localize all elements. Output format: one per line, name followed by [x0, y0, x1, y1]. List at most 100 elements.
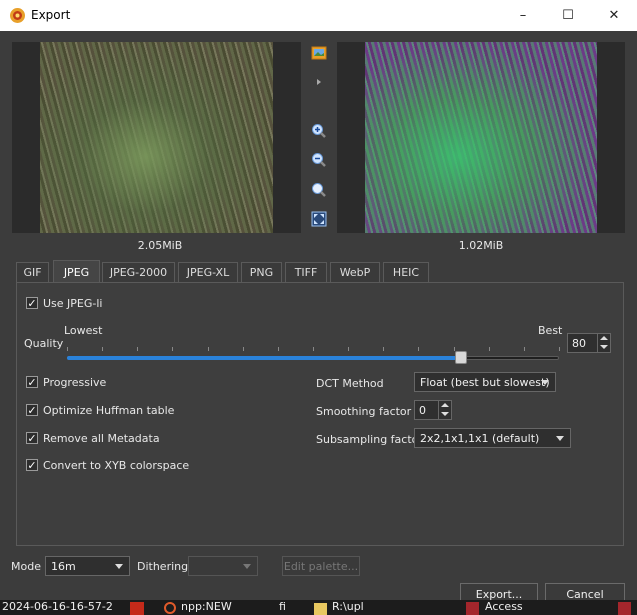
zoom-out-button[interactable] [309, 150, 329, 170]
smoothing-factor-value: 0 [419, 403, 426, 417]
slider-tick [523, 347, 525, 351]
smoothing-factor-label: Smoothing factor [316, 405, 412, 418]
output-preview-image [365, 42, 597, 233]
slider-tick [67, 347, 68, 351]
output-preview-pane[interactable] [337, 42, 625, 233]
mode-value: 16m [51, 559, 76, 573]
zoom-in-icon [312, 124, 326, 138]
slider-tick [313, 347, 314, 351]
dct-method-select[interactable]: Float (best but slowest) [414, 372, 556, 392]
slider-tick [453, 347, 455, 351]
smoothing-factor-spinbox[interactable]: 0 [414, 400, 452, 420]
window-title: Export [31, 8, 71, 22]
chevron-down-icon [115, 564, 123, 569]
mode-select[interactable]: 16m [45, 556, 130, 576]
check-mark-icon: ✓ [27, 296, 37, 310]
taskbar-item-npp[interactable]: npp:NEW [181, 600, 232, 615]
access-icon [466, 602, 479, 615]
remove-metadata-label: Remove all Metadata [43, 432, 160, 445]
toggle-preview-button[interactable] [309, 72, 329, 92]
optimize-huffman-checkbox[interactable]: ✓ [26, 404, 38, 416]
slider-tick [242, 347, 244, 351]
spin-up-icon [441, 403, 449, 407]
zoom-out-icon [312, 153, 326, 167]
close-button[interactable]: ✕ [591, 0, 637, 31]
use-jpegli-label: Use JPEG-li [43, 297, 103, 310]
tab-png[interactable]: PNG [241, 262, 282, 282]
dithering-label: Dithering [137, 560, 189, 573]
dithering-select[interactable] [188, 556, 258, 576]
subsampling-factor-label: Subsampling factor [316, 433, 423, 446]
tab-jpeg[interactable]: JPEG [53, 260, 100, 283]
spin-down-icon [441, 412, 449, 416]
tab-heic[interactable]: HEIC [383, 262, 429, 282]
original-file-size: 2.05MiB [137, 239, 183, 252]
check-mark-icon: ✓ [27, 431, 37, 445]
slider-tick [137, 347, 139, 351]
app-red-icon[interactable] [130, 602, 144, 615]
smoothing-spin-buttons[interactable] [438, 401, 451, 419]
close-icon: ✕ [608, 8, 620, 23]
slider-tick [348, 347, 350, 351]
original-preview-pane[interactable] [12, 42, 301, 233]
dct-method-value: Float (best but slowest) [420, 375, 550, 389]
original-preview-image [40, 42, 273, 233]
slider-tick [383, 347, 385, 351]
zoom-original-button[interactable] [309, 180, 329, 200]
folder-icon [314, 603, 327, 615]
convert-xyb-checkbox[interactable]: ✓ [26, 459, 38, 471]
tab-tiff[interactable]: TIFF [285, 262, 327, 282]
maximize-button[interactable]: ☐ [545, 0, 591, 31]
slider-tick [102, 347, 104, 351]
app-logo-icon [10, 8, 25, 23]
edit-palette-button[interactable]: Edit palette... [282, 556, 360, 576]
tab-jpeg-2000[interactable]: JPEG-2000 [102, 262, 175, 282]
spin-down-icon [600, 345, 608, 349]
optimize-huffman-label: Optimize Huffman table [43, 404, 175, 417]
check-mark-icon: ✓ [27, 458, 37, 472]
dct-method-label: DCT Method [316, 377, 384, 390]
zoom-reset-icon [312, 183, 326, 197]
zoom-in-button[interactable] [309, 121, 329, 141]
minimize-icon: – [519, 8, 527, 23]
quality-best-label: Best [538, 324, 563, 337]
quality-spinbox[interactable]: 80 [567, 333, 611, 353]
quality-spin-buttons[interactable] [597, 334, 610, 352]
check-mark-icon: ✓ [27, 375, 37, 389]
slider-tick [488, 347, 490, 351]
notepad-icon [164, 602, 176, 614]
quality-label: Quality [24, 337, 64, 350]
chevron-down-icon [556, 436, 564, 441]
taskbar-item-file[interactable]: 2024-06-16-16-57-2 [2, 600, 113, 615]
tab-jpeg-xl[interactable]: JPEG-XL [178, 262, 238, 282]
slider-tick [207, 347, 209, 351]
title-bar: Export – ☐ ✕ [0, 0, 637, 31]
tab-webp[interactable]: WebP [330, 262, 380, 282]
remove-metadata-checkbox[interactable]: ✓ [26, 432, 38, 444]
fit-window-icon [311, 211, 327, 227]
check-mark-icon: ✓ [27, 403, 37, 417]
load-image-button[interactable] [309, 43, 329, 63]
access-icon[interactable] [618, 602, 631, 615]
slider-tick [277, 347, 279, 351]
quality-slider-handle[interactable] [454, 351, 467, 364]
quality-value: 80 [572, 336, 586, 350]
subsampling-factor-value: 2x2,1x1,1x1 (default) [420, 431, 540, 445]
taskbar: 2024-06-16-16-57-2 npp:NEW fi R:\upl Acc… [0, 600, 637, 615]
chevron-down-icon [243, 564, 251, 569]
fit-window-button[interactable] [309, 209, 329, 229]
tab-gif[interactable]: GIF [16, 262, 49, 282]
progressive-checkbox[interactable]: ✓ [26, 376, 38, 388]
slider-tick [172, 347, 174, 351]
taskbar-item-fi[interactable]: fi [279, 600, 286, 615]
taskbar-item-access[interactable]: Access [485, 600, 523, 615]
use-jpegli-checkbox[interactable]: ✓ [26, 297, 38, 309]
minimize-button[interactable]: – [500, 0, 546, 31]
spin-up-icon [600, 336, 608, 340]
subsampling-factor-select[interactable]: 2x2,1x1,1x1 (default) [414, 428, 571, 448]
taskbar-item-folder[interactable]: R:\upl [332, 600, 364, 615]
progressive-label: Progressive [43, 376, 107, 389]
chevron-down-icon [541, 380, 549, 385]
output-file-size: 1.02MiB [458, 239, 504, 252]
quality-slider-fill [67, 356, 461, 360]
